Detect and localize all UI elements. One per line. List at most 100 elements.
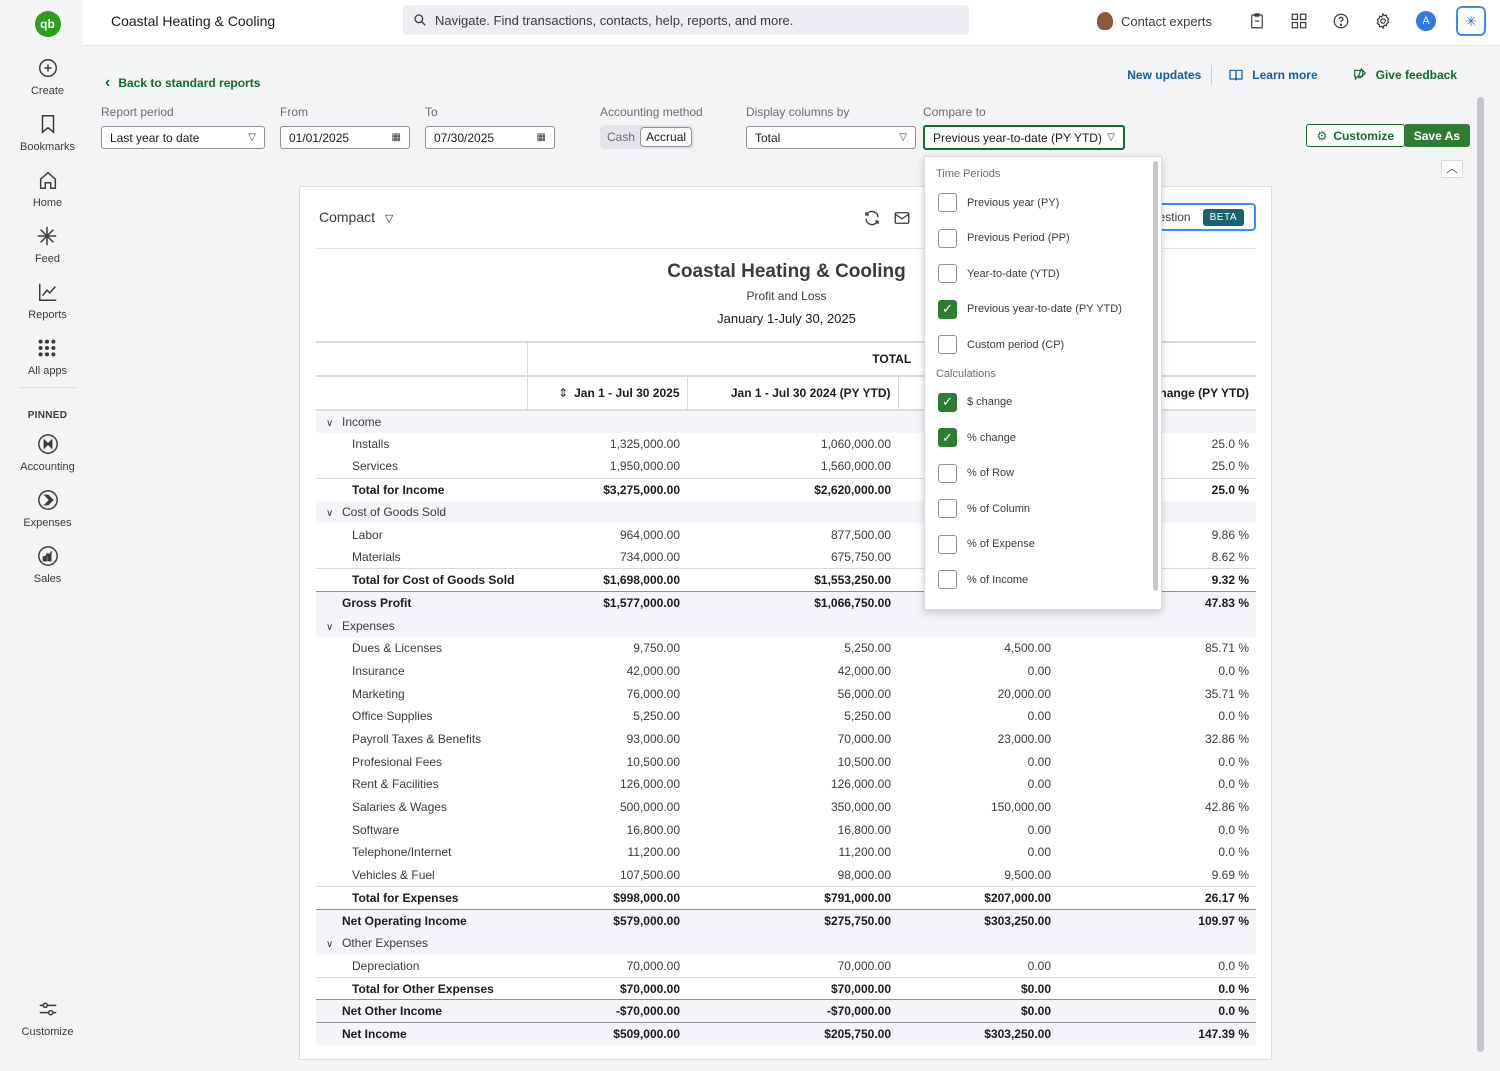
compare-option[interactable]: % of Column [925,491,1161,527]
compare-to-select[interactable]: Previous year-to-date (PY YTD) ▽ [923,125,1125,150]
cell-value[interactable]: 76,000.00 [527,682,687,705]
cell-value[interactable]: 126,000.00 [527,773,687,796]
learn-more-link[interactable]: Learn more [1228,67,1318,83]
checkbox[interactable] [938,228,957,248]
column-header-prior[interactable]: Jan 1 - Jul 30 2024 (PY YTD) [687,376,899,411]
sidebar-item-home[interactable]: Home [33,169,62,209]
table-row[interactable]: Marketing 76,000.00 56,000.00 20,000.00 35.7… [316,682,1256,705]
cell-value[interactable]: 5,250.00 [527,705,687,728]
checkbox[interactable] [938,499,957,519]
cell-value[interactable]: 56,000.00 [687,682,898,705]
cell-value[interactable]: 70,000.00 [687,728,898,751]
cell-value[interactable]: 93,000.00 [527,728,687,751]
subtotal-row[interactable]: Total for Other Expenses $70,000.00 $70,00… [316,976,1256,1000]
cell-value[interactable]: 500,000.00 [527,796,687,819]
checkbox[interactable] [938,335,957,355]
cell-value[interactable]: $1,066,750.00 [687,591,898,615]
contact-experts-button[interactable]: Contact experts [1096,12,1212,30]
cell-value[interactable]: 9.69 % [1058,864,1256,887]
back-to-standard-reports-link[interactable]: ‹ Back to standard reports [105,74,260,92]
from-date-input[interactable]: 01/01/2025 ▦ [280,126,410,149]
checkbox-checked[interactable]: ✓ [938,392,957,412]
ask-a-question-input[interactable]: estion BETA [1148,203,1256,231]
to-date-input[interactable]: 07/30/2025 ▦ [425,126,555,149]
checkbox[interactable] [938,264,957,284]
cell-value[interactable]: $0.00 [898,999,1058,1023]
cell-value[interactable]: 1,060,000.00 [687,433,898,456]
row-label[interactable]: ∨ Other Expenses [316,931,527,955]
table-row[interactable]: Telephone/Internet 11,200.00 11,200.00 0.00… [316,841,1256,864]
cell-value[interactable]: 70,000.00 [527,955,687,978]
cell-value[interactable]: 26.17 % [1058,885,1256,910]
cell-value[interactable]: $3,275,000.00 [527,477,687,501]
cell-value[interactable]: 0.0 % [1058,773,1256,796]
clipboard-icon[interactable] [1247,11,1267,31]
cell-value[interactable]: 42,000.00 [687,660,898,683]
checkbox[interactable] [938,193,957,213]
row-label[interactable]: ∨ Income [316,410,527,433]
cell-value[interactable]: $791,000.00 [687,885,898,910]
checkbox[interactable] [938,534,957,554]
cell-value[interactable]: 0.0 % [1058,705,1256,728]
compare-option[interactable]: ✓ $ change [925,385,1161,421]
checkbox-checked[interactable]: ✓ [938,299,957,319]
column-header-current[interactable]: ⇕ Jan 1 - Jul 30 2025 [527,376,688,411]
table-row[interactable]: Insurance 42,000.00 42,000.00 0.00 0.0 % [316,660,1256,683]
cell-value[interactable]: $0.00 [898,976,1058,1000]
cell-value[interactable]: 4,500.00 [898,637,1058,660]
cell-value[interactable]: 1,325,000.00 [527,433,687,456]
cell-value[interactable]: 0.0 % [1058,660,1256,683]
sidebar-item-customize[interactable]: Customize [22,998,73,1038]
help-icon[interactable] [1331,11,1351,31]
cell-value[interactable]: 11,200.00 [687,841,898,864]
cell-value[interactable]: 20,000.00 [898,682,1058,705]
cell-value[interactable]: $1,577,000.00 [527,591,687,615]
cell-value[interactable]: 147.39 % [1058,1022,1256,1046]
cell-value[interactable]: 1,950,000.00 [527,455,687,478]
sidebar-item-accounting[interactable]: Accounting [20,433,75,473]
sidebar-item-sales[interactable]: Sales [34,545,61,585]
cell-value[interactable]: $579,000.00 [527,908,687,932]
cell-value[interactable]: 10,500.00 [527,750,687,773]
compare-option[interactable]: ✓ Previous year-to-date (PY YTD) [925,292,1161,328]
table-row[interactable]: Vehicles & Fuel 107,500.00 98,000.00 9,500.… [316,864,1256,887]
cell-value[interactable]: $509,000.00 [527,1022,687,1046]
section-row[interactable]: ∨ Other Expenses [316,931,1256,955]
report-period-select[interactable]: Last year to date ▽ [101,126,265,149]
display-columns-select[interactable]: Total ▽ [746,126,916,149]
cell-value[interactable]: 0.00 [898,705,1058,728]
checkbox-checked[interactable]: ✓ [938,428,957,448]
cell-value[interactable]: 877,500.00 [687,523,898,546]
compare-option[interactable]: ✓ % change [925,420,1161,456]
cell-value[interactable]: 9,750.00 [527,637,687,660]
cell-value[interactable]: 10,500.00 [687,750,898,773]
cell-value[interactable]: -$70,000.00 [687,999,898,1023]
cell-value[interactable]: 0.0 % [1058,750,1256,773]
cell-value[interactable]: 42.86 % [1058,796,1256,819]
cell-value[interactable]: 35.71 % [1058,682,1256,705]
table-row[interactable]: Profesional Fees 10,500.00 10,500.00 0.00 0.… [316,750,1256,773]
cell-value[interactable]: $1,698,000.00 [527,568,687,592]
cell-value[interactable]: $998,000.00 [527,885,687,910]
cell-value[interactable]: $70,000.00 [687,976,898,1000]
cell-value[interactable]: 0.00 [898,841,1058,864]
sidebar-item-expenses[interactable]: Expenses [23,489,72,529]
subtotal-row[interactable]: Total for Expenses $998,000.00 $791,000.00… [316,885,1256,910]
cell-value[interactable]: $303,250.00 [898,908,1058,932]
cell-value[interactable]: 5,250.00 [687,637,898,660]
chevron-down-icon[interactable]: ∨ [326,939,336,950]
cell-value[interactable]: 23,000.00 [898,728,1058,751]
method-cash-option[interactable]: Cash [602,128,640,146]
total-row[interactable]: Net Operating Income $579,000.00 $275,750.… [316,908,1256,932]
row-label[interactable]: ∨ Cost of Goods Sold [316,500,527,524]
compare-option[interactable]: % of Income [925,562,1161,598]
cell-value[interactable]: 11,200.00 [527,841,687,864]
cell-value[interactable]: $2,620,000.00 [687,477,898,501]
save-as-button[interactable]: Save As [1403,124,1470,147]
cell-value[interactable]: 0.0 % [1058,841,1256,864]
refresh-icon[interactable] [863,209,881,227]
sidebar-item-all-apps[interactable]: All apps [28,337,67,377]
chevron-down-icon[interactable]: ∨ [326,418,336,429]
cell-value[interactable]: 107,500.00 [527,864,687,887]
calendar-icon[interactable]: ▦ [392,132,401,143]
